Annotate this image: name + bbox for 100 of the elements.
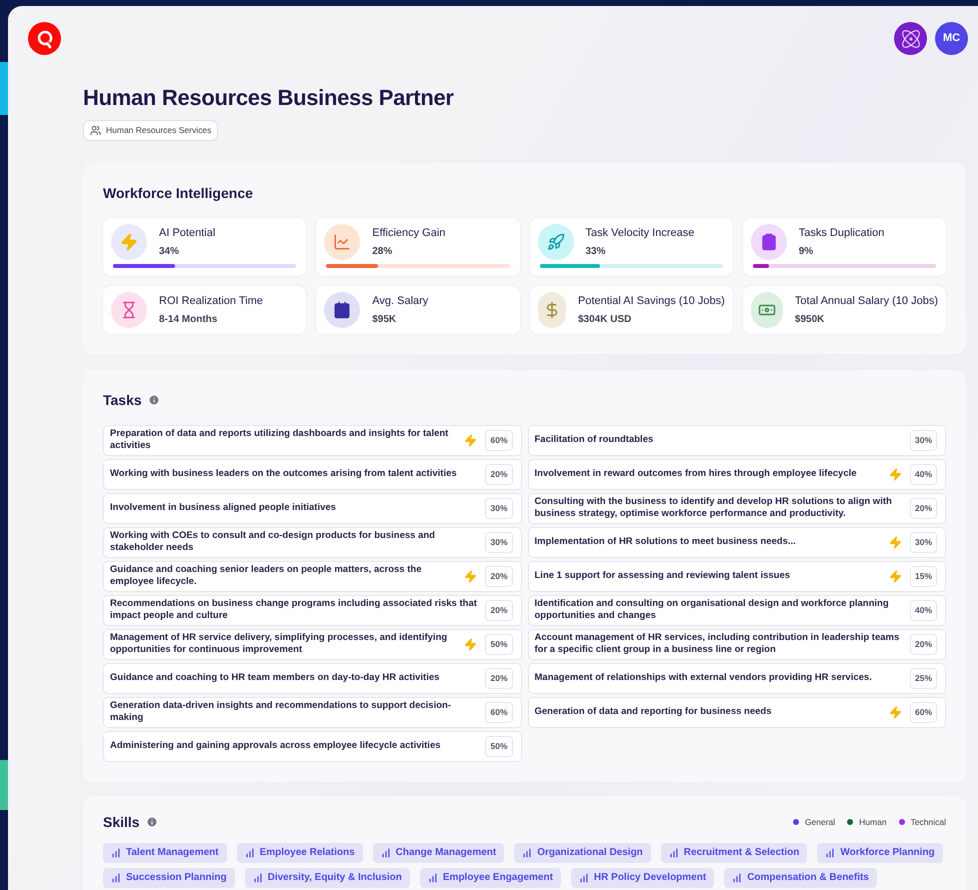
section-title: Tasks xyxy=(103,390,142,410)
task-text: Generation of data and reporting for business needs xyxy=(534,706,773,718)
task-text: Working with business leaders on the outcomes arising from talent activities xyxy=(110,468,458,480)
metric-value: 8-14 Months xyxy=(159,312,218,327)
task-text: Management of HR service delivery, simplifying processes, and identifying opportunities for continuous improvement xyxy=(110,632,448,656)
percent-tag: 30% xyxy=(910,430,937,451)
percent-tag: 20% xyxy=(910,498,937,519)
section-title: Skills xyxy=(103,812,140,832)
task-text: Account management of HR services, including contribution in leadership teams for a specific client group in a business line or region xyxy=(534,632,900,656)
task-text: Identification and consulting on organisational design and workforce planning opportunities and changes xyxy=(534,598,890,622)
task-text: Line 1 support for assessing and reviewing talent issues xyxy=(534,570,792,582)
bars-icon xyxy=(732,872,742,883)
bars-icon xyxy=(111,872,121,883)
skill-tag[interactable]: Organizational Design xyxy=(514,842,651,863)
metric-value: $95K xyxy=(372,312,398,327)
task-text: Generation data-driven insights and recommendations to support decision-making xyxy=(110,700,452,724)
task-text: Preparation of data and reports utilizing dashboards and insights for talent activities xyxy=(110,428,450,452)
metric-label: Potential AI Savings (10 Jobs) xyxy=(578,294,725,310)
task-text: Involvement in reward outcomes from hires through employee lifecycle xyxy=(534,468,858,480)
bars-icon xyxy=(825,848,836,858)
bars-icon xyxy=(244,848,255,858)
legend-label: Technical xyxy=(910,816,946,829)
skill-tag[interactable]: Employee Relations xyxy=(236,842,363,863)
skill-label: Employee Engagement xyxy=(442,871,553,886)
skill-label: Employee Relations xyxy=(260,846,355,860)
rocket-icon xyxy=(538,224,574,260)
lightning-icon xyxy=(111,224,147,260)
percent-tag: 60% xyxy=(485,702,512,723)
metric-label: Tasks Duplication xyxy=(798,226,884,242)
percent-tag: 30% xyxy=(485,532,512,553)
user-avatar[interactable]: MC xyxy=(935,22,968,55)
skill-tag[interactable]: Succession Planning xyxy=(103,868,235,888)
metric-label: ROI Realization Time xyxy=(159,294,263,310)
skill-tag[interactable]: Compensation & Benefits xyxy=(724,868,877,888)
metric-value: $304K USD xyxy=(578,312,632,327)
percent-tag: 20% xyxy=(485,566,512,587)
metric-value: 34% xyxy=(159,244,180,259)
legend-label: Human xyxy=(859,816,887,829)
task-text: Guidance and coaching to HR team members on day-to-day HR activities xyxy=(110,672,440,684)
metric-label: Efficiency Gain xyxy=(372,226,446,242)
skill-label: Workforce Planning xyxy=(840,846,935,860)
info-icon[interactable] xyxy=(146,816,158,828)
info-icon[interactable] xyxy=(148,394,160,406)
atom-icon[interactable] xyxy=(894,22,927,55)
skill-label: Compensation & Benefits xyxy=(747,871,869,886)
dollar-icon xyxy=(538,292,566,328)
skill-tag[interactable]: Recruitment & Selection xyxy=(660,842,808,863)
percent-tag: 50% xyxy=(485,634,512,655)
percent-tag: 30% xyxy=(485,498,512,519)
legend-label: General xyxy=(804,816,836,829)
bars-icon xyxy=(111,848,121,858)
metric-value: 9% xyxy=(798,244,814,259)
task-text: Guidance and coaching senior leaders on people matters, across the employee lifecycle. xyxy=(110,564,422,588)
banknote-icon xyxy=(750,292,783,328)
metric-value: 28% xyxy=(372,244,394,259)
section-title: Workforce Intelligence xyxy=(103,184,254,203)
task-text: Administering and gaining approvals across employee lifecycle activities xyxy=(110,740,442,752)
task-text: Implementation of HR solutions to meet business needs... xyxy=(534,536,797,548)
clipboard-icon xyxy=(750,224,787,260)
task-text: Consulting with the business to identify and develop HR solutions to align with business strategy, optimise workforce performance and productivity. xyxy=(534,496,893,520)
percent-tag: 40% xyxy=(910,464,937,485)
logo-icon[interactable] xyxy=(28,22,61,55)
bars-icon xyxy=(252,872,263,883)
line-chart-icon xyxy=(324,224,360,260)
percent-tag: 15% xyxy=(910,566,937,587)
percent-tag: 60% xyxy=(485,430,512,451)
metric-value: 33% xyxy=(586,244,607,259)
task-text: Working with COEs to consult and co-design products for business and stakeholder needs xyxy=(110,530,436,554)
skill-tag[interactable]: Workforce Planning xyxy=(817,842,943,863)
hourglass-icon xyxy=(111,292,147,328)
task-text: Involvement in business aligned people initiatives xyxy=(110,502,337,514)
calendar-icon xyxy=(324,292,360,328)
bars-icon xyxy=(428,872,438,883)
metric-label: AI Potential xyxy=(159,226,216,242)
skill-tag[interactable]: Talent Management xyxy=(103,842,227,863)
skill-label: HR Policy Development xyxy=(594,871,706,886)
skill-tag[interactable]: Employee Engagement xyxy=(420,868,561,888)
bars-icon xyxy=(578,872,589,883)
skill-label: Talent Management xyxy=(126,846,219,860)
skill-tag[interactable]: Diversity, Equity & Inclusion xyxy=(244,868,410,888)
percent-tag: 20% xyxy=(910,634,937,655)
bars-icon xyxy=(668,848,679,858)
metric-label: Avg. Salary xyxy=(372,294,428,310)
percent-tag: 20% xyxy=(485,464,512,485)
task-text: Facilitation of roundtables xyxy=(534,434,654,446)
task-text: Recommendations on business change programs including associated risks that impact people and culture xyxy=(110,598,478,622)
percent-tag: 40% xyxy=(910,600,937,621)
page-title: Human Resources Business Partner xyxy=(83,84,455,112)
task-text: Management of relationships with external vendors providing HR services. xyxy=(534,672,873,684)
skill-tag[interactable]: HR Policy Development xyxy=(570,868,714,888)
metric-label: Task Velocity Increase xyxy=(586,226,694,242)
bars-icon xyxy=(522,848,532,858)
percent-tag: 20% xyxy=(485,668,512,689)
percent-tag: 25% xyxy=(910,668,937,689)
skill-tag[interactable]: Change Management xyxy=(372,842,504,863)
people-icon xyxy=(90,124,101,136)
percent-tag: 20% xyxy=(485,600,512,621)
side-accent xyxy=(0,760,8,810)
skill-label: Succession Planning xyxy=(126,871,227,886)
bars-icon xyxy=(380,848,391,858)
